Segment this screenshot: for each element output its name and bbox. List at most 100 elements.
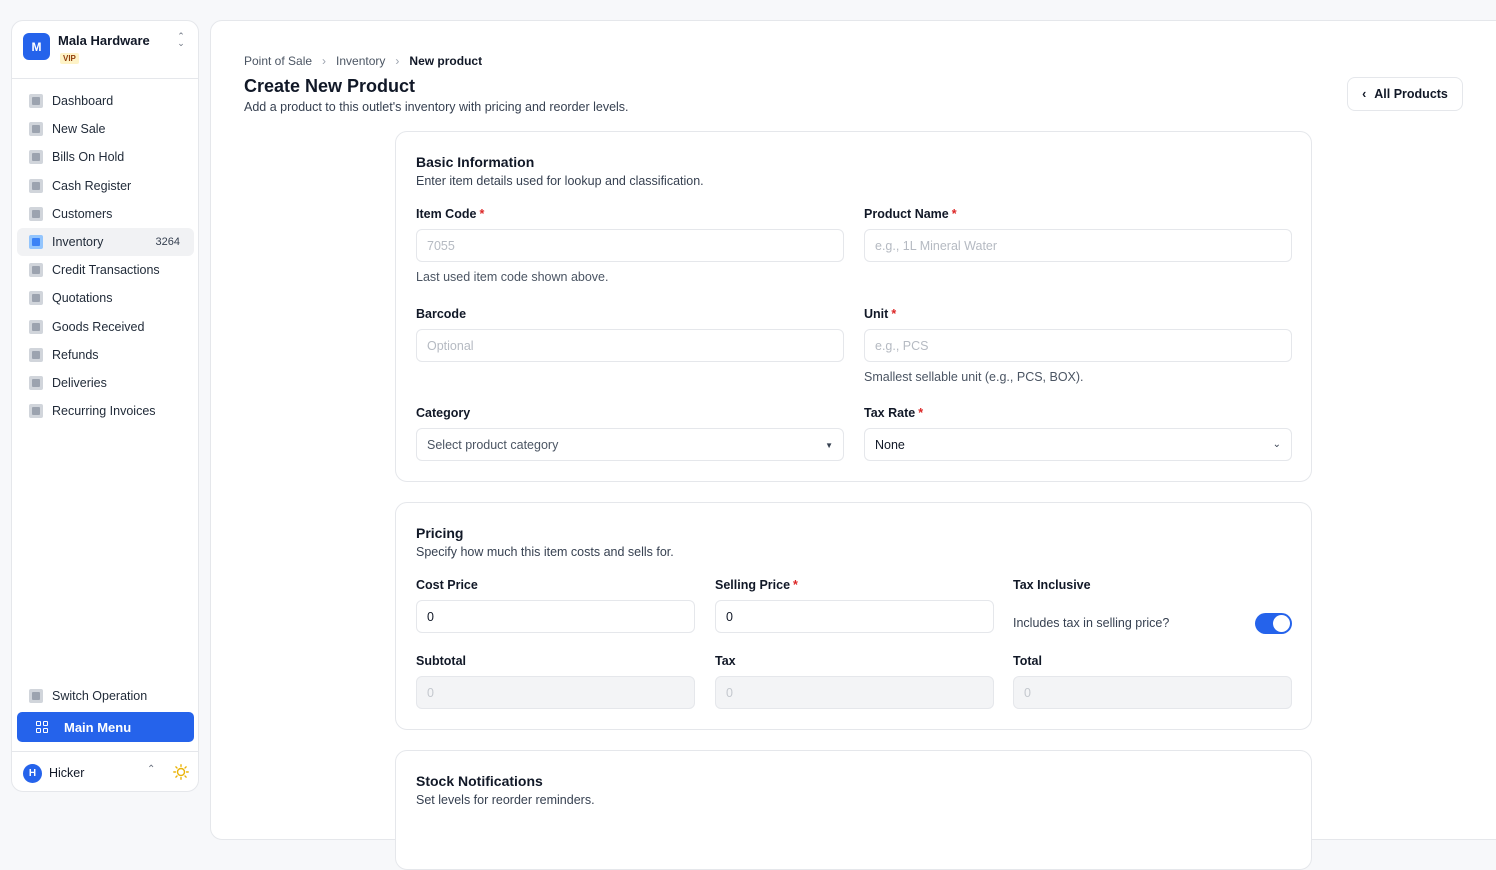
basic-information-card: Basic Information Enter item details use… bbox=[395, 131, 1312, 482]
item-code-help: Last used item code shown above. bbox=[416, 270, 609, 284]
quotations-icon bbox=[29, 291, 43, 306]
unit-input[interactable]: e.g., PCS bbox=[864, 329, 1292, 362]
inventory-count: 3264 bbox=[155, 236, 180, 249]
sidebar-item-recurring-invoices[interactable]: Recurring Invoices bbox=[17, 397, 194, 425]
sidebar-item-goods-received[interactable]: Goods Received bbox=[17, 313, 194, 341]
sun-icon[interactable] bbox=[173, 764, 189, 780]
sidebar-item-label: Bills On Hold bbox=[52, 150, 125, 165]
tax-rate-label: Tax Rate * bbox=[864, 406, 924, 420]
org-avatar: M bbox=[23, 33, 50, 60]
sidebar-item-label: Dashboard bbox=[52, 94, 114, 109]
total-label: Total bbox=[1013, 654, 1042, 668]
sidebar-item-cash-register[interactable]: Cash Register bbox=[17, 172, 194, 200]
cost-price-input[interactable]: 0 bbox=[416, 600, 695, 633]
sidebar-item-quotations[interactable]: Quotations bbox=[17, 284, 194, 312]
user-menu[interactable]: H Hicker ⌃ bbox=[12, 751, 198, 793]
sidebar-item-label: Refunds bbox=[52, 347, 99, 362]
card-title: Basic Information bbox=[416, 154, 535, 170]
stock-notifications-card: Stock Notifications Set levels for reord… bbox=[395, 750, 1312, 870]
sidebar-item-label: Inventory bbox=[52, 235, 104, 250]
cost-price-label: Cost Price bbox=[416, 578, 478, 592]
cash-register-icon bbox=[29, 178, 43, 193]
sidebar-item-label: Goods Received bbox=[52, 319, 145, 334]
sidebar-item-inventory[interactable]: Inventory 3264 bbox=[17, 227, 194, 257]
sidebar-item-credit-transactions[interactable]: Credit Transactions bbox=[17, 256, 194, 284]
all-products-button[interactable]: ‹ All Products bbox=[1347, 77, 1463, 111]
pricing-card: Pricing Specify how much this item costs… bbox=[395, 502, 1312, 730]
main-menu-button[interactable]: Main Menu bbox=[17, 712, 194, 742]
subtotal-label: Subtotal bbox=[416, 654, 466, 668]
chevron-left-icon: ‹ bbox=[1362, 87, 1367, 101]
item-code-label-text: Item Code bbox=[416, 207, 477, 221]
total-field: 0 bbox=[1013, 676, 1292, 709]
chevron-right-icon: › bbox=[395, 54, 400, 68]
chevron-right-icon: › bbox=[322, 54, 327, 68]
breadcrumb-item[interactable]: Point of Sale bbox=[244, 54, 312, 68]
all-products-label: All Products bbox=[1374, 87, 1448, 101]
bills-hold-icon bbox=[29, 150, 43, 165]
card-subtitle: Set levels for reorder reminders. bbox=[416, 793, 595, 807]
main-content: Point of Sale › Inventory › New product Cr… bbox=[210, 20, 1496, 870]
dashboard-icon bbox=[29, 94, 43, 109]
deliveries-icon bbox=[29, 375, 43, 390]
category-select[interactable]: Select product category ▼ bbox=[416, 428, 844, 461]
goods-received-icon bbox=[29, 319, 43, 334]
tax-rate-label-text: Tax Rate bbox=[864, 406, 916, 420]
avatar: H bbox=[23, 764, 42, 783]
selling-price-label: Selling Price * bbox=[715, 578, 798, 592]
org-switcher[interactable]: M Mala Hardware VIP ⌃ ⌄ bbox=[12, 21, 198, 79]
refunds-icon bbox=[29, 347, 43, 362]
sidebar-item-label: New Sale bbox=[52, 122, 106, 137]
chevron-up-down-icon[interactable]: ⌃ ⌄ bbox=[176, 32, 186, 49]
product-name-label: Product Name * bbox=[864, 207, 957, 221]
sidebar-item-refunds[interactable]: Refunds bbox=[17, 341, 194, 369]
chevron-up-icon[interactable]: ⌃ bbox=[147, 764, 155, 775]
sidebar-item-new-sale[interactable]: New Sale bbox=[17, 115, 194, 143]
tax-rate-select-value: None bbox=[875, 437, 905, 452]
caret-down-icon: ▼ bbox=[825, 441, 833, 450]
category-select-value: Select product category bbox=[427, 437, 559, 452]
barcode-label: Barcode bbox=[416, 307, 467, 321]
grid-icon bbox=[36, 721, 48, 733]
page-subtitle: Add a product to this outlet's inventory… bbox=[244, 100, 629, 114]
card-title: Pricing bbox=[416, 525, 464, 541]
breadcrumb-current: New product bbox=[409, 54, 483, 68]
switch-operation-label: Switch Operation bbox=[52, 689, 148, 703]
selling-price-input[interactable]: 0 bbox=[715, 600, 994, 633]
recurring-icon bbox=[29, 404, 43, 419]
customers-icon bbox=[29, 206, 43, 221]
tax-rate-select[interactable]: None ⌄ bbox=[864, 428, 1292, 461]
sidebar-item-deliveries[interactable]: Deliveries bbox=[17, 369, 194, 397]
category-label: Category bbox=[416, 406, 471, 420]
tax-inclusive-toggle[interactable] bbox=[1255, 613, 1292, 634]
chevron-down-icon: ⌄ bbox=[1272, 439, 1281, 450]
card-title: Stock Notifications bbox=[416, 773, 543, 789]
tax-field: 0 bbox=[715, 676, 994, 709]
main-menu-label: Main Menu bbox=[64, 719, 132, 735]
card-subtitle: Enter item details used for lookup and c… bbox=[416, 174, 704, 188]
org-name: Mala Hardware bbox=[58, 33, 150, 48]
sidebar-item-label: Quotations bbox=[52, 291, 113, 306]
product-name-label-text: Product Name bbox=[864, 207, 949, 221]
switch-operation-icon bbox=[29, 689, 43, 703]
breadcrumb: Point of Sale › Inventory › New product bbox=[244, 54, 482, 68]
inventory-icon bbox=[29, 235, 43, 250]
tax-label: Tax bbox=[715, 654, 736, 668]
item-code-input[interactable]: 7055 bbox=[416, 229, 844, 262]
product-name-input[interactable]: e.g., 1L Mineral Water bbox=[864, 229, 1292, 262]
barcode-input[interactable]: Optional bbox=[416, 329, 844, 362]
selling-price-label-text: Selling Price bbox=[715, 578, 791, 592]
item-code-label: Item Code * bbox=[416, 207, 485, 221]
credit-icon bbox=[29, 263, 43, 278]
unit-help: Smallest sellable unit (e.g., PCS, BOX). bbox=[864, 370, 1084, 384]
sidebar-item-label: Cash Register bbox=[52, 178, 132, 193]
sidebar-item-label: Credit Transactions bbox=[52, 263, 160, 278]
switch-operation-button[interactable]: Switch Operation bbox=[17, 683, 194, 709]
sidebar: M Mala Hardware VIP ⌃ ⌄ Dashboard New Sal… bbox=[11, 20, 199, 792]
user-name: Hicker bbox=[49, 766, 85, 780]
sidebar-item-bills-on-hold[interactable]: Bills On Hold bbox=[17, 143, 194, 171]
sidebar-item-customers[interactable]: Customers bbox=[17, 200, 194, 228]
sidebar-item-dashboard[interactable]: Dashboard bbox=[17, 87, 194, 115]
unit-label: Unit * bbox=[864, 307, 897, 321]
breadcrumb-item[interactable]: Inventory bbox=[336, 54, 385, 68]
